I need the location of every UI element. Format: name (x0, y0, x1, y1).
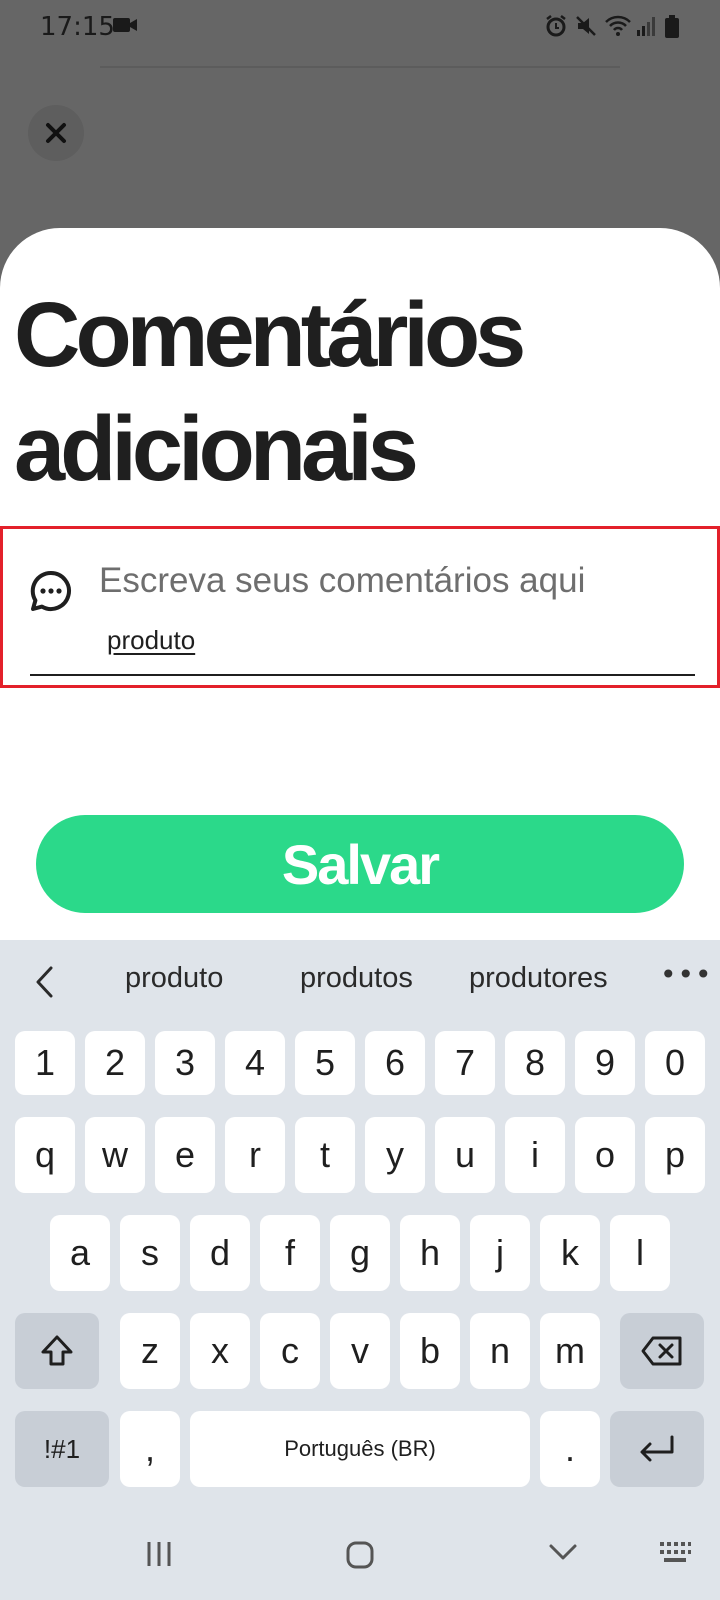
close-icon (46, 123, 66, 143)
key[interactable]: u (435, 1117, 495, 1193)
comment-placeholder: Escreva seus comentários aqui (99, 561, 586, 600)
more-suggestions-button[interactable]: ••• (660, 958, 713, 991)
key[interactable]: o (575, 1117, 635, 1193)
suggestion-back-button[interactable] (30, 962, 58, 1002)
key[interactable]: 1 (15, 1031, 75, 1095)
status-bar: 17:15 (0, 0, 720, 56)
save-button-label: Salvar (281, 832, 440, 896)
key[interactable]: m (540, 1313, 600, 1389)
space-key[interactable]: Português (BR) (190, 1411, 530, 1487)
enter-key[interactable] (610, 1411, 704, 1487)
home-icon[interactable] (345, 1540, 375, 1570)
suggestion-item[interactable]: produto (125, 962, 223, 995)
suggestion-item[interactable]: produtos (300, 962, 413, 995)
key[interactable]: 6 (365, 1031, 425, 1095)
key[interactable]: n (470, 1313, 530, 1389)
key[interactable]: c (260, 1313, 320, 1389)
key[interactable]: t (295, 1117, 355, 1193)
key[interactable]: 4 (225, 1031, 285, 1095)
page-title-line-1: Comentários (14, 284, 526, 386)
key[interactable]: 7 (435, 1031, 495, 1095)
key[interactable]: k (540, 1215, 600, 1291)
close-button[interactable] (28, 105, 84, 161)
key[interactable]: d (190, 1215, 250, 1291)
suggestion-item[interactable]: produtores (469, 962, 608, 995)
key[interactable]: 3 (155, 1031, 215, 1095)
chevron-left-icon (36, 966, 53, 998)
key[interactable]: z (120, 1313, 180, 1389)
key[interactable]: b (400, 1313, 460, 1389)
key[interactable]: i (505, 1117, 565, 1193)
key[interactable]: f (260, 1215, 320, 1291)
mute-icon (576, 16, 596, 36)
enter-icon (640, 1435, 674, 1462)
page-title: Comentários adicionais (14, 278, 704, 506)
back-icon[interactable] (548, 1540, 578, 1564)
shift-icon (41, 1335, 73, 1366)
keyboard-icon[interactable] (658, 1540, 692, 1566)
key[interactable]: j (470, 1215, 530, 1291)
wifi-icon (605, 15, 631, 36)
key[interactable]: p (645, 1117, 705, 1193)
signal-icon (637, 17, 655, 36)
key[interactable]: r (225, 1117, 285, 1193)
alarm-icon (546, 15, 566, 37)
key[interactable]: w (85, 1117, 145, 1193)
symbols-key[interactable]: !#1 (15, 1411, 109, 1487)
key[interactable]: q (15, 1117, 75, 1193)
recent-apps-icon[interactable] (146, 1540, 172, 1568)
backspace-icon (641, 1336, 682, 1366)
key[interactable]: x (190, 1313, 250, 1389)
key[interactable]: l (610, 1215, 670, 1291)
comment-input-value[interactable]: produto (107, 625, 195, 656)
key[interactable]: 2 (85, 1031, 145, 1095)
drag-handle-line (100, 66, 620, 68)
battery-icon (665, 15, 679, 38)
key[interactable]: h (400, 1215, 460, 1291)
comment-field-underline (30, 674, 695, 676)
backspace-key[interactable] (620, 1313, 704, 1389)
key[interactable]: s (120, 1215, 180, 1291)
comment-field[interactable]: Escreva seus comentários aqui produto (0, 526, 720, 688)
period-key[interactable]: . (540, 1411, 600, 1487)
key[interactable]: 9 (575, 1031, 635, 1095)
save-button[interactable]: Salvar (36, 815, 684, 913)
comma-key[interactable]: , (120, 1411, 180, 1487)
video-camera-icon (113, 18, 137, 32)
key[interactable]: a (50, 1215, 110, 1291)
page-title-line-2: adicionais (14, 398, 419, 500)
soft-keyboard: produto produtos produtores ••• 1 2 3 4 … (0, 940, 720, 1600)
status-time: 17:15 (40, 12, 115, 42)
key[interactable]: 5 (295, 1031, 355, 1095)
key[interactable]: 0 (645, 1031, 705, 1095)
key[interactable]: e (155, 1117, 215, 1193)
key[interactable]: y (365, 1117, 425, 1193)
key[interactable]: 8 (505, 1031, 565, 1095)
shift-key[interactable] (15, 1313, 99, 1389)
key[interactable]: g (330, 1215, 390, 1291)
chat-bubble-icon (30, 570, 71, 611)
key[interactable]: v (330, 1313, 390, 1389)
